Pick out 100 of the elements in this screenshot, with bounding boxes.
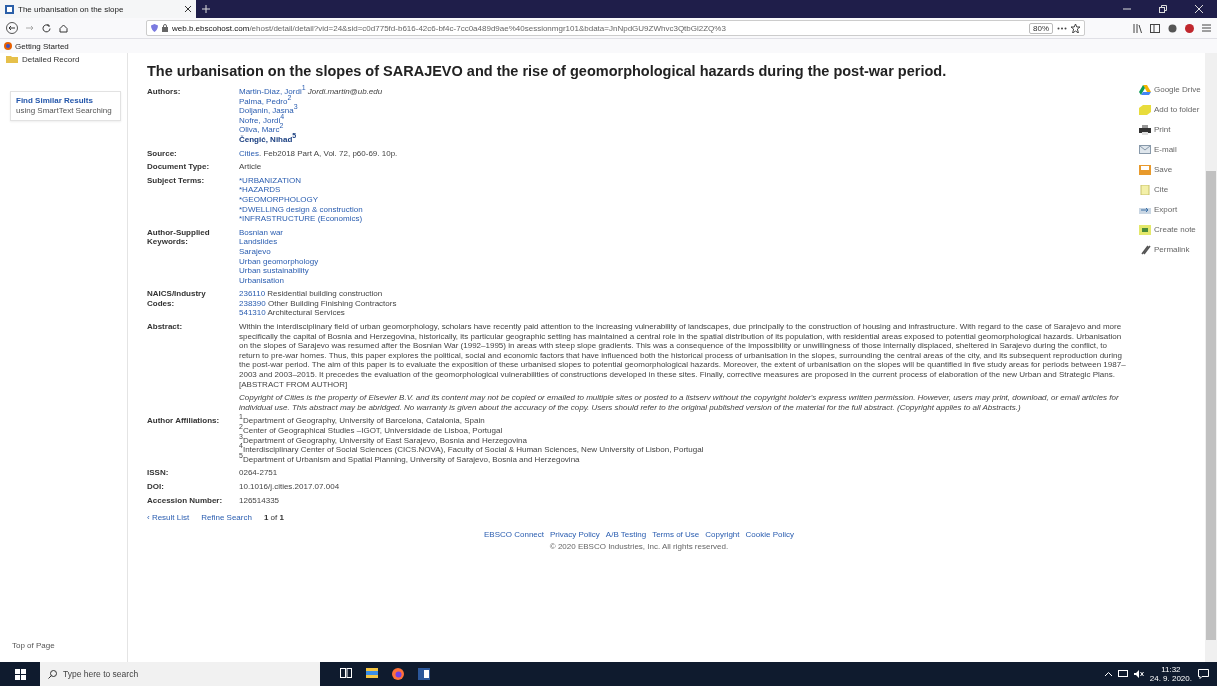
field-label: NAICS/Industry Codes:: [147, 289, 207, 310]
zoom-level[interactable]: 80%: [1029, 22, 1053, 34]
result-position: 1 of 1: [263, 513, 284, 523]
term-link[interactable]: *INFRASTRUCTURE (Economics): [239, 214, 1131, 224]
sidebar-icon[interactable]: [1150, 23, 1160, 33]
author-link[interactable]: Čengić, Nihad$^{5}$: [239, 134, 297, 144]
back-icon[interactable]: [6, 22, 18, 34]
lock-icon: [162, 24, 168, 32]
tool-link[interactable]: Save: [1154, 165, 1173, 174]
source-details: . Feb2018 Part A, Vol. 72, p60-69. 10p.: [259, 148, 398, 158]
result-list-link[interactable]: ‹ Result List: [147, 513, 190, 523]
email-icon: [1139, 145, 1151, 155]
document-icon: [1139, 185, 1151, 195]
taskbar-search-field[interactable]: Type here to search: [40, 662, 320, 686]
term-link[interactable]: Urbanisation: [239, 275, 1131, 286]
export-icon: [1139, 205, 1151, 215]
top-of-page-link[interactable]: Top of Page: [0, 641, 127, 662]
site-favicon: [5, 4, 14, 14]
term-link[interactable]: *GEOMORPHOLOGY: [239, 194, 1131, 205]
field-value: 0264-2751: [239, 468, 279, 478]
author-link[interactable]: Martin-Diaz, Jordi$^{1}$: [239, 87, 306, 96]
speaker-icon[interactable]: [1133, 670, 1144, 678]
affiliation-text: $^{5}$Department of Urbanism and Spatial Planning, University of Sarajevo, Bosnia and Herzegovina: [239, 454, 581, 465]
field-label: ISSN:: [147, 468, 170, 478]
code-description: Architectural Services: [267, 308, 345, 318]
tool-link[interactable]: Print: [1154, 125, 1171, 134]
code-link[interactable]: 236110: [239, 289, 266, 299]
network-icon[interactable]: [1117, 670, 1128, 678]
taskbar-clock[interactable]: 11:32 24. 9. 2020.: [1149, 665, 1192, 683]
browser-tab[interactable]: The urbanisation on the slope: [0, 0, 196, 18]
close-icon[interactable]: [185, 6, 191, 12]
code-link[interactable]: 238390: [239, 298, 266, 308]
tool-link[interactable]: E-mail: [1154, 145, 1177, 154]
term-link[interactable]: Urban sustainability: [239, 266, 1131, 276]
field-label: Abstract:: [147, 322, 184, 334]
field-value: Article: [239, 162, 263, 172]
tool-link[interactable]: Create note: [1154, 225, 1196, 234]
field-label: Document Type:: [147, 162, 211, 172]
similar-results-link[interactable]: Find Similar Results: [16, 96, 115, 106]
term-link[interactable]: *DWELLING design & construction: [239, 204, 1131, 215]
home-icon[interactable]: [59, 23, 68, 33]
term-link[interactable]: Bosnian war: [239, 227, 1131, 238]
tool-link[interactable]: Permalink: [1154, 245, 1190, 254]
field-label: Author-Supplied Keywords:: [147, 227, 211, 249]
footer-link[interactable]: Privacy Policy: [550, 530, 600, 540]
restore-icon[interactable]: [1159, 5, 1167, 13]
similar-results-note: using SmartText Searching: [16, 106, 112, 115]
notification-icon[interactable]: [1198, 669, 1209, 679]
author-link[interactable]: Doljanin, Jasna$^{3}$: [239, 106, 298, 116]
save-icon: [1139, 165, 1151, 175]
term-link[interactable]: Urban geomorphology: [239, 256, 1131, 267]
new-tab-icon[interactable]: [202, 5, 210, 13]
word-icon[interactable]: [418, 668, 430, 680]
bookmark-item[interactable]: Getting Started: [4, 41, 69, 51]
library-icon[interactable]: [1133, 23, 1142, 33]
code-link[interactable]: 541310: [239, 308, 266, 318]
field-label: DOI:: [147, 481, 165, 492]
chevron-up-icon[interactable]: [1104, 672, 1112, 676]
footer-link[interactable]: EBSCO Connect: [484, 530, 545, 540]
breadcrumb[interactable]: Detailed Record: [22, 54, 80, 64]
term-link[interactable]: *URBANIZATION: [239, 175, 1131, 186]
reload-icon[interactable]: [42, 23, 51, 33]
field-label: Accession Number:: [147, 495, 224, 506]
footer-copyright: © 2020 EBSCO Industries, Inc. All rights reserved.: [549, 542, 729, 552]
field-value: 126514335: [239, 495, 281, 506]
source-link[interactable]: Cities: [239, 148, 259, 158]
footer-link[interactable]: A/B Testing: [605, 530, 647, 540]
tool-link[interactable]: Add to folder: [1154, 105, 1200, 114]
tool-link[interactable]: Cite: [1154, 185, 1169, 194]
task-view-icon[interactable]: [340, 668, 352, 678]
refine-search-link[interactable]: Refine Search: [201, 513, 252, 523]
cloud-drive-icon: [1139, 85, 1151, 95]
more-icon[interactable]: [1057, 26, 1067, 30]
term-link[interactable]: *HAZARDS: [239, 185, 1131, 195]
record-title: The urbanisation on the slopes of SARAJEVO and the rise of geomorphological hazards during the post-war period.: [147, 63, 948, 79]
field-label: Subject Terms:: [147, 175, 206, 187]
field-label: Authors:: [147, 87, 182, 98]
abstract-text: Within the interdisciplinary field of urban geomorphology, scholars have recently paid attention to the increasing vulnerability of landscapes, due principally to the construction of housing and infrastructure. With regard to the case of Sarajevo and more specifically the capital of Bosnia and Herzegovina, historically, its particular geographic setting has maintained a central role in the spatial distribution of its population, with residential areas exposed to potential geomorphological hazards. Urbanisation on the slopes of Sarajevo was resumed after the Bosnian War (1992–1995) in areas with steep slope gradients. This was a consequence of the impossibility or unwillingness of those internally displaced, sheltered in Sarajevo during the conflict, to return to pre-war homes. Thus, this paper explores the political, social and economic factors that have influenced both the historical process of urbanisation in the slopes, surrounding the central areas of the city, and its subsequent reproduction during the post-war period. The aim of this paper is to evaluate the exposition of these urbanised slopes to potential geomorphological hazards. Moreover, the extent of urbanisation on the slopes will be quantified in five study areas for periods between 1987–2003 and 2003–2015. It precedes the evaluation of the geomorphological vulnerabilities of constructions developed in these sites. Finally, corrective measures are proposed in the current process of elaboration of the new Urban and Strategic Plans. [ABSTRACT FROM AUTHOR]: [239, 322, 1127, 390]
affiliation-text: $^{1}$Department of Geography, University of Barcelona, Catalonia, Spain: [239, 416, 486, 426]
footer-link[interactable]: Copyright: [705, 530, 740, 540]
address-bar[interactable]: web.b.ebscohost.com/ehost/detail/detail?vid=24&sid=c0d775fd-b616-42c6-bf4c-7cc0a489d9ae%40sessionmgr101&bdata=JnNpdGU9ZWhvc3QtbGl2ZQ%3 80%: [146, 20, 1085, 36]
scrollbar[interactable]: [1205, 53, 1217, 662]
tool-link[interactable]: Export: [1154, 205, 1178, 214]
footer-link[interactable]: Terms of Use: [652, 530, 700, 540]
footer-link[interactable]: Cookie Policy: [745, 530, 794, 540]
field-label: Author Affiliations:: [147, 416, 221, 428]
star-icon[interactable]: [1071, 23, 1080, 33]
menu-icon[interactable]: [1202, 24, 1211, 32]
author-link[interactable]: Palma, Pedro$^{2}$: [239, 96, 292, 106]
field-label: Source:: [147, 148, 178, 159]
firefox-icon: [4, 42, 12, 50]
firefox-icon[interactable]: [392, 668, 404, 680]
shield-icon: [151, 24, 158, 32]
code-description: Residential building construction: [267, 289, 383, 299]
windows-start-icon[interactable]: [14, 668, 26, 680]
tool-link[interactable]: Google Drive: [1154, 85, 1201, 94]
term-link[interactable]: Landslides: [239, 237, 1131, 247]
term-link[interactable]: Sarajevo: [239, 246, 1131, 257]
copyright-notice: Copyright of Cities is the property of Elsevier B.V. and its content may not be copied or emailed to multiple sites or posted to a listserv without the copyright holder's express written permission. However, users may print, download, or email articles for individual use. This abstract may be abridged. No warranty is given about the accuracy of the copy. Users should refer to the original published version of the material for the full abstract. (Copyright applies to all Abstracts.): [239, 393, 1120, 413]
search-icon: [48, 669, 57, 679]
